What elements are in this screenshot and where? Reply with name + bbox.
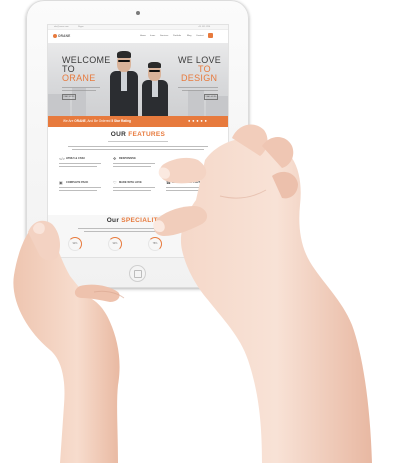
left-hand [13,220,125,463]
hands-illustration [13,124,372,463]
right-hand [153,124,372,463]
